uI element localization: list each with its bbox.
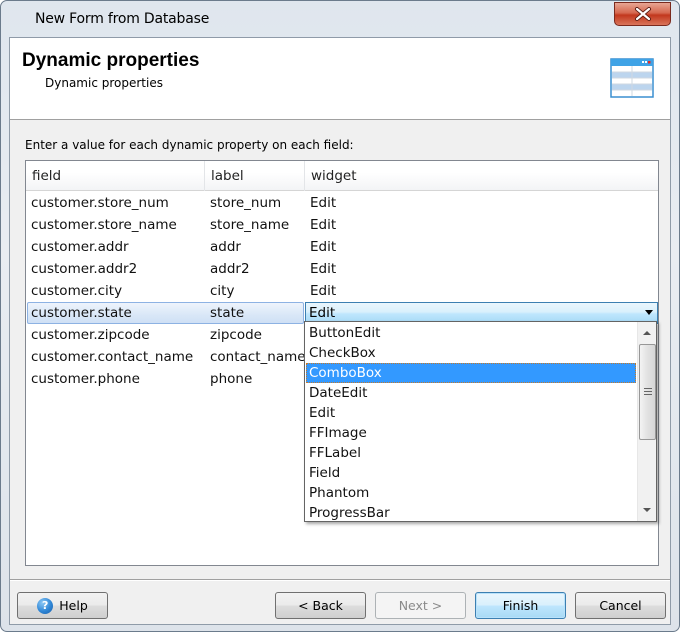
label-cell[interactable]: addr xyxy=(207,236,241,258)
help-question-icon: ? xyxy=(37,597,54,614)
field-cell: customer.contact_name xyxy=(31,349,194,365)
finish-button-label: Finish xyxy=(502,598,539,613)
cancel-button[interactable]: Cancel xyxy=(575,592,666,619)
window-title: New Form from Database xyxy=(35,11,210,27)
close-x-icon xyxy=(634,7,651,21)
dropdown-option[interactable]: Phantom xyxy=(306,483,636,503)
table-form-icon xyxy=(610,58,654,98)
field-cell: customer.zipcode xyxy=(31,327,150,343)
column-header-widget[interactable]: widget xyxy=(305,161,658,191)
column-header-field[interactable]: field xyxy=(26,161,204,191)
wizard-header: Dynamic properties Dynamic properties xyxy=(10,38,670,120)
label-cell[interactable]: store_name xyxy=(207,214,289,236)
dropdown-option[interactable]: Edit xyxy=(306,403,636,423)
combobox-value: Edit xyxy=(309,305,336,321)
label-cell[interactable]: phone xyxy=(207,368,252,390)
widget-cell[interactable]: Edit xyxy=(307,214,336,236)
table-row[interactable]: customer.addr2 addr2 Edit xyxy=(26,258,658,280)
page-title: Dynamic properties xyxy=(22,50,200,71)
label-cell[interactable]: contact_name xyxy=(207,346,306,368)
table-row[interactable]: customer.city city Edit xyxy=(26,280,658,302)
next-button-label: Next > xyxy=(398,598,443,613)
dropdown-option[interactable]: CheckBox xyxy=(306,343,636,363)
widget-cell[interactable]: Edit xyxy=(307,258,336,280)
widget-cell[interactable]: Edit xyxy=(307,280,336,302)
back-button[interactable]: < Back xyxy=(275,592,366,619)
close-button[interactable] xyxy=(614,2,671,26)
finish-button[interactable]: Finish xyxy=(475,592,566,619)
cancel-button-label: Cancel xyxy=(599,598,642,613)
scrollbar-thumb[interactable] xyxy=(639,344,656,440)
scroll-down-arrow-icon[interactable] xyxy=(643,508,651,512)
dialog-window: New Form from Database Dynamic propertie… xyxy=(0,0,680,632)
scroll-up-arrow-icon[interactable] xyxy=(643,331,651,335)
dropdown-option[interactable]: FFImage xyxy=(306,423,636,443)
table-row[interactable]: customer.store_num store_num Edit xyxy=(26,192,658,214)
dropdown-option[interactable]: ProgressBar xyxy=(306,503,636,523)
field-cell: customer.addr xyxy=(31,239,129,255)
widget-dropdown-list[interactable]: ButtonEdit CheckBox ComboBox DateEdit Ed… xyxy=(304,321,657,522)
next-button[interactable]: Next > xyxy=(375,592,466,619)
label-cell[interactable]: store_num xyxy=(207,192,281,214)
column-header-label[interactable]: label xyxy=(205,161,304,191)
label-cell[interactable]: addr2 xyxy=(207,258,250,280)
help-button[interactable]: ? Help xyxy=(17,592,108,619)
grid-header: field label widget xyxy=(26,161,658,191)
grip-icon xyxy=(644,388,652,389)
footer-divider xyxy=(10,579,670,580)
label-cell[interactable]: city xyxy=(207,280,234,302)
field-cell: customer.state xyxy=(31,305,132,321)
field-cell: customer.store_num xyxy=(31,195,169,211)
table-row[interactable]: customer.addr addr Edit xyxy=(26,236,658,258)
instruction-text: Enter a value for each dynamic property … xyxy=(25,138,354,152)
dropdown-option[interactable]: DateEdit xyxy=(306,383,636,403)
field-cell: customer.phone xyxy=(31,371,140,387)
field-cell: customer.store_name xyxy=(31,217,177,233)
dropdown-option[interactable]: ButtonEdit xyxy=(306,323,636,343)
field-cell: customer.addr2 xyxy=(31,261,138,277)
widget-cell[interactable]: Edit xyxy=(307,236,336,258)
table-row[interactable]: customer.store_name store_name Edit xyxy=(26,214,658,236)
help-button-label: Help xyxy=(59,598,88,613)
dropdown-scrollbar[interactable] xyxy=(637,322,656,521)
dropdown-option[interactable]: FFLabel xyxy=(306,443,636,463)
dropdown-option[interactable]: Field xyxy=(306,463,636,483)
page-subtitle: Dynamic properties xyxy=(45,76,163,90)
label-cell[interactable]: state xyxy=(207,302,244,324)
label-cell[interactable]: zipcode xyxy=(207,324,262,346)
chevron-down-icon[interactable] xyxy=(645,310,653,315)
dropdown-option-highlighted[interactable]: ComboBox xyxy=(306,363,636,383)
widget-cell[interactable]: Edit xyxy=(307,192,336,214)
field-cell: customer.city xyxy=(31,283,123,299)
back-button-label: < Back xyxy=(298,598,343,613)
title-bar[interactable]: New Form from Database xyxy=(1,1,679,37)
